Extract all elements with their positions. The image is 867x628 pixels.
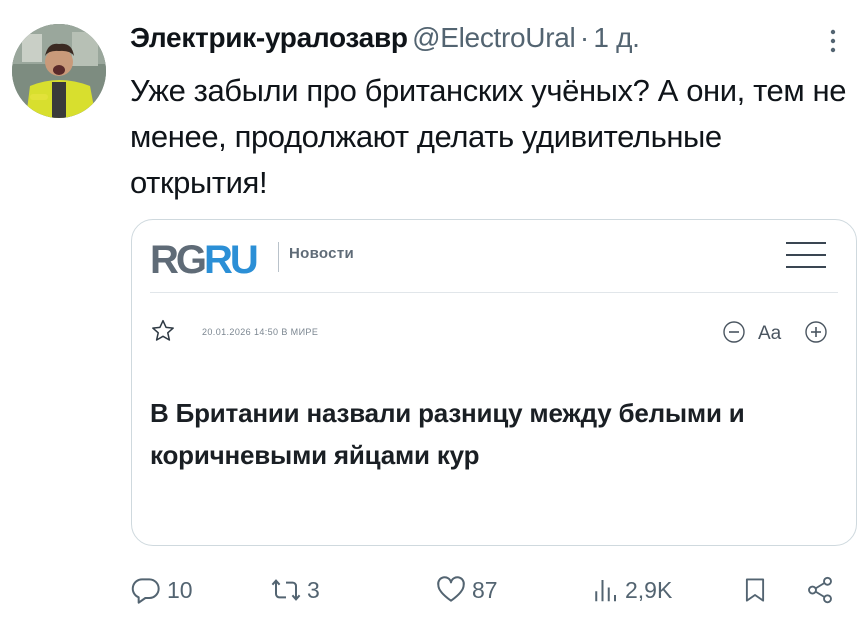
- link-preview-card[interactable]: RGRU Новости 20.01.2026 14:50 В МИРЕ Aa …: [131, 219, 857, 546]
- post-header: Электрик-уралозавр @ElectroUral · 1 д.: [130, 22, 847, 62]
- zoom-in-icon: [805, 321, 827, 343]
- post-text: Уже забыли про британских учёных? А они,…: [130, 73, 847, 200]
- star-icon: [150, 318, 176, 344]
- action-bar: 10 3 87 2,9K: [130, 570, 850, 610]
- views-icon: [595, 580, 616, 602]
- article-headline: В Британии назвали разницу между белыми …: [150, 398, 745, 470]
- avatar-image: [12, 24, 106, 118]
- bookmark-button[interactable]: [740, 570, 770, 610]
- author-handle[interactable]: @ElectroUral: [412, 22, 576, 53]
- card-divider: [150, 292, 838, 293]
- font-size-control: Aa: [720, 317, 830, 347]
- article-meta: 20.01.2026 14:50 В МИРЕ: [202, 327, 319, 337]
- author-name[interactable]: Электрик-уралозавр: [130, 22, 408, 53]
- logo-divider: [278, 242, 279, 272]
- views-button[interactable]: 2,9K: [590, 570, 672, 610]
- separator-dot: ·: [579, 22, 589, 53]
- avatar[interactable]: [12, 24, 106, 118]
- zoom-out-icon: [723, 321, 745, 343]
- site-logo: RGRU: [150, 238, 259, 282]
- share-icon: [808, 576, 832, 604]
- bookmark-icon: [745, 578, 765, 602]
- like-button[interactable]: 87: [435, 570, 498, 610]
- repost-icon: [271, 579, 301, 601]
- like-count: 87: [472, 576, 498, 603]
- repost-button[interactable]: 3: [270, 570, 320, 610]
- views-count: 2,9K: [625, 576, 673, 603]
- reply-button[interactable]: 10: [130, 570, 193, 610]
- font-size-label: Aa: [758, 323, 782, 344]
- repost-count: 3: [307, 576, 320, 603]
- share-button[interactable]: [805, 570, 835, 610]
- reply-icon: [131, 578, 160, 604]
- logo-rg: RG: [150, 238, 207, 282]
- post-time[interactable]: 1 д.: [593, 22, 640, 53]
- more-options-icon[interactable]: [823, 26, 843, 56]
- reply-count: 10: [167, 576, 193, 603]
- section-label: Новости: [289, 245, 354, 262]
- hamburger-menu-icon: [786, 242, 826, 270]
- heart-icon: [437, 576, 465, 602]
- logo-ru: RU: [204, 238, 259, 282]
